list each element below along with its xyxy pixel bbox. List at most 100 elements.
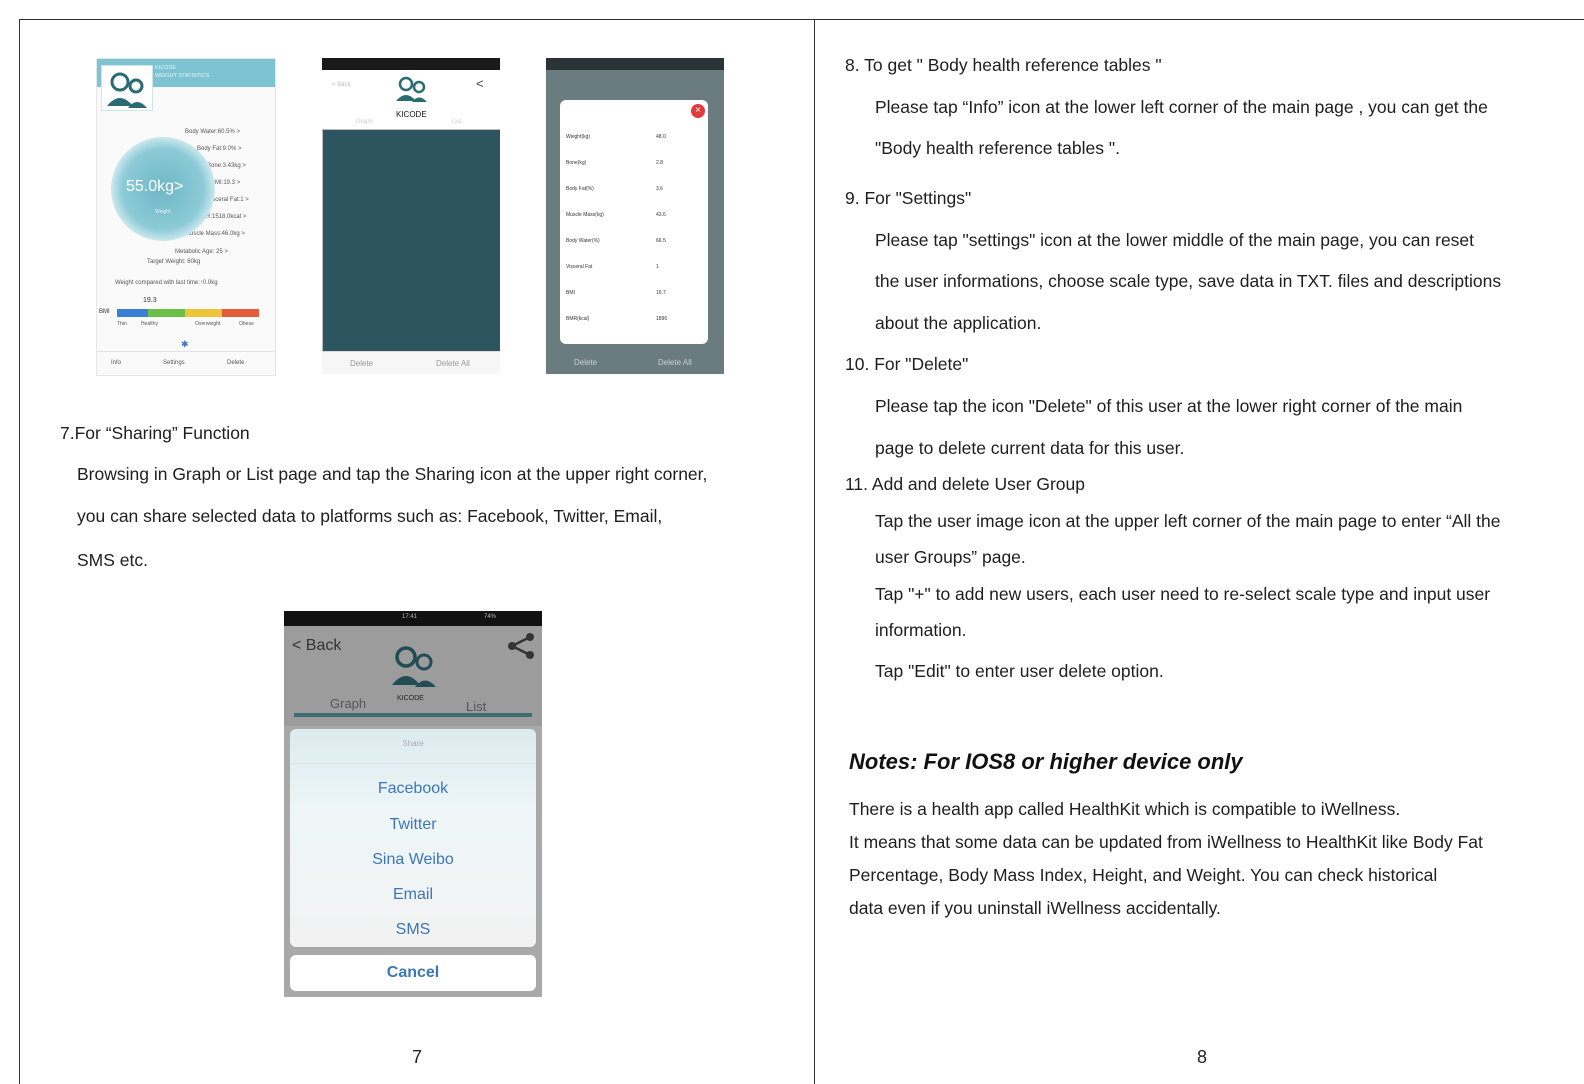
tab-indicator: [294, 713, 532, 717]
item-9-title: 9. For "Settings": [845, 188, 972, 208]
battery-level: 74%: [484, 614, 497, 620]
status-bar: [322, 58, 500, 70]
share-icon[interactable]: <: [476, 76, 484, 91]
detail-value: 2.8: [656, 160, 663, 166]
delete-button[interactable]: Delete: [574, 358, 597, 367]
main-page-screenshot: KICODE WEIGHT STATISTICS Body Water:60.5…: [96, 58, 276, 376]
divider: [290, 763, 536, 764]
metric-muscle-mass[interactable]: Muscle Mass:46.0kg >: [185, 231, 245, 237]
detail-label: Body Fat(%): [566, 186, 594, 192]
share-option-sina-weibo[interactable]: Sina Weibo: [290, 851, 536, 869]
metric-bone[interactable]: Bone:3.43kg >: [207, 163, 246, 169]
item-10-line: page to delete current data for this use…: [875, 438, 1185, 458]
settings-button[interactable]: Settings: [163, 360, 185, 366]
detail-row: BMI 16.7: [566, 290, 702, 304]
share-icon[interactable]: [506, 631, 536, 661]
back-button[interactable]: < Back: [332, 82, 351, 88]
section7-line: you can share selected data to platforms…: [77, 506, 663, 526]
delete-all-button[interactable]: Delete All: [658, 358, 692, 367]
item-9-line: Please tap "settings" icon at the lower …: [875, 230, 1475, 250]
item-11-line: Tap "+" to add new users, each user need…: [875, 584, 1491, 604]
item-11-title: 11. Add and delete User Group: [845, 474, 1085, 494]
detail-row: Body Water(%) 66.5: [566, 238, 702, 252]
notes-line: data even if you uninstall iWellness acc…: [849, 898, 1221, 918]
graph-page-screenshot: < Back KICODE < Graph List Delete Delete…: [322, 58, 500, 374]
status-bar: 17:41 74%: [284, 611, 542, 626]
weight-compare: Weight compared with last time:↑0.0kg: [115, 280, 218, 286]
bluetooth-icon: ✱: [181, 339, 189, 349]
detail-value: 3.6: [656, 186, 663, 192]
share-option-facebook[interactable]: Facebook: [290, 780, 536, 798]
share-option-sms[interactable]: SMS: [290, 921, 536, 939]
share-option-twitter[interactable]: Twitter: [290, 816, 536, 834]
detail-label: BMI: [566, 290, 575, 296]
item-11-line: Tap the user image icon at the upper lef…: [875, 511, 1501, 531]
item-8-line: "Body health reference tables ".: [875, 138, 1120, 158]
detail-label: Body Water(%): [566, 238, 600, 244]
tab-list[interactable]: List: [452, 119, 461, 125]
weight-value: 55.0kg>: [126, 178, 184, 195]
user-avatar-icon: [388, 641, 440, 692]
close-icon[interactable]: ×: [691, 104, 705, 118]
bmi-scale-bar: [117, 309, 259, 317]
detail-label: Muscle Mass(kg): [566, 212, 604, 218]
status-time: 17:41: [402, 614, 418, 620]
detail-row: Body Fat(%) 3.6: [566, 186, 702, 200]
weight-caption: Weight: [155, 209, 171, 215]
detail-value: 1896: [656, 316, 668, 322]
tab-list[interactable]: List: [466, 699, 486, 714]
info-button[interactable]: Info: [111, 360, 121, 366]
user-avatar-icon: [394, 74, 430, 107]
graph-footer: Delete Delete All: [322, 351, 500, 374]
bmi-value: 19.3: [143, 297, 157, 304]
delete-button[interactable]: Delete: [350, 359, 373, 368]
section7-line: Browsing in Graph or List page and tap t…: [77, 464, 708, 484]
user-avatar-icon: [101, 65, 153, 111]
item-10-title: 10. For "Delete": [845, 354, 969, 374]
back-button[interactable]: < Back: [292, 637, 341, 655]
detail-value: 43.6: [656, 212, 666, 218]
bmi-cat-obese: Obese: [239, 321, 254, 327]
header-title: KICODE: [155, 65, 177, 71]
graph-area[interactable]: [322, 129, 500, 353]
cancel-button[interactable]: Cancel: [290, 955, 536, 991]
detail-label: Visceral Fat: [566, 264, 593, 270]
item-11-line: user Groups” page.: [875, 547, 1026, 567]
notes-line: It means that some data can be updated f…: [849, 832, 1483, 852]
header-subtitle: WEIGHT STATISTICS: [155, 73, 210, 79]
page-number: 8: [1197, 1047, 1208, 1067]
section7-title: 7.For “Sharing” Function: [60, 423, 250, 443]
detail-value: 16.7: [656, 290, 666, 296]
detail-label: BMR(kcal): [566, 316, 590, 322]
tab-graph[interactable]: Graph: [330, 696, 366, 711]
brand-label: KICODE: [396, 110, 427, 119]
detail-label: Weight(kg): [566, 134, 591, 140]
detail-popup-screenshot: × Weight(kg) 48.0 Bone(kg) 2.8 Body Fat(%)…: [546, 58, 724, 374]
item-10-line: Please tap the icon "Delete" of this use…: [875, 396, 1463, 416]
tab-graph[interactable]: Graph: [356, 119, 373, 125]
item-11-line: information.: [875, 620, 967, 640]
brand-label: KICODE: [397, 695, 424, 702]
notes-title: Notes: For IOS8 or higher device only: [849, 749, 1243, 774]
bmi-cat-healthy: Healthy: [141, 321, 158, 327]
section7-line: SMS etc.: [77, 550, 148, 570]
notes-line: There is a health app called HealthKit w…: [849, 799, 1401, 819]
detail-value: 1: [656, 264, 659, 270]
item-8-line: Please tap “Info” icon at the lower left…: [875, 97, 1488, 117]
delete-button[interactable]: Delete: [227, 360, 244, 366]
share-sheet-title: Share: [402, 739, 424, 748]
detail-row: BMR(kcal) 1896: [566, 316, 702, 330]
detail-value: 48.0: [656, 134, 666, 140]
detail-label: Bone(kg): [566, 160, 587, 166]
share-option-email[interactable]: Email: [290, 886, 536, 904]
item-11-line: Tap "Edit" to enter user delete option.: [875, 661, 1164, 681]
target-weight: Target Weight: 60kg: [147, 259, 201, 265]
metric-metabolic-age[interactable]: Metabolic Age: 25 >: [175, 249, 228, 255]
metric-body-fat[interactable]: Body Fat:9.0% >: [197, 146, 242, 152]
detail-row: Weight(kg) 48.0: [566, 134, 702, 148]
left-page: KICODE WEIGHT STATISTICS Body Water:60.5…: [19, 19, 815, 1084]
delete-all-button[interactable]: Delete All: [436, 359, 470, 368]
metric-body-water[interactable]: Body Water:60.5% >: [185, 129, 240, 135]
bmi-cat-thin: Thin: [117, 321, 127, 327]
metric-bmi[interactable]: BMI:19.3 >: [211, 180, 240, 186]
